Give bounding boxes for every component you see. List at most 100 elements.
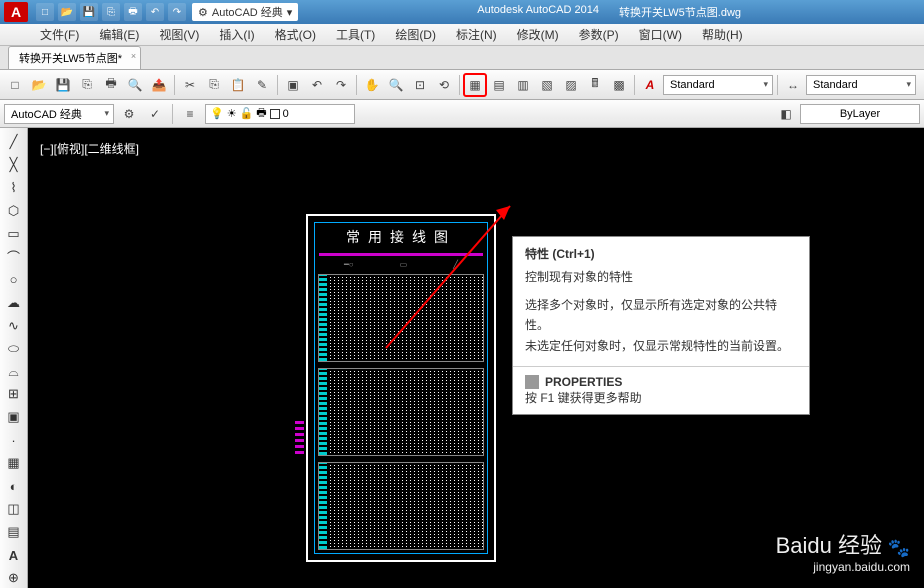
xline-icon[interactable]: ╳ xyxy=(3,155,25,175)
drawing-canvas[interactable]: [−][俯视][二维线框] 常用接线图 ━○▭╱ 特性 (Ctrl+1) 控制现… xyxy=(28,128,924,588)
zoom-prev-icon[interactable]: ⟲ xyxy=(433,74,455,96)
tooltip-body: 选择多个对象时，仅显示所有选定对象的公共特性。 未选定任何对象时，仅显示常规特性… xyxy=(513,295,809,366)
layer-toolbar: AutoCAD 经典 ⚙ ✓ ≡ 💡 ☀ 🔓 🖶 0 ◧ ByLayer xyxy=(0,100,924,128)
polyline-icon[interactable]: ⌇ xyxy=(3,178,25,198)
menu-bar: 文件(F) 编辑(E) 视图(V) 插入(I) 格式(O) 工具(T) 绘图(D… xyxy=(0,24,924,46)
menu-modify[interactable]: 修改(M) xyxy=(507,26,569,43)
ref-icon[interactable]: ▩ xyxy=(608,74,630,96)
polygon-icon[interactable]: ⬡ xyxy=(3,201,25,221)
text-style-icon[interactable]: A xyxy=(639,74,661,96)
zoom-window-icon[interactable]: ⊡ xyxy=(409,74,431,96)
new-icon[interactable]: □ xyxy=(4,74,26,96)
qat-open-icon[interactable]: 📂 xyxy=(58,3,76,21)
ellipse-arc-icon[interactable]: ⌓ xyxy=(3,362,25,382)
tooltip-subtitle: 控制现有对象的特性 xyxy=(513,266,809,295)
workspace-combo[interactable]: AutoCAD 经典 xyxy=(4,104,114,124)
pan-icon[interactable]: ✋ xyxy=(361,74,383,96)
qat-new-icon[interactable]: □ xyxy=(36,3,54,21)
print-icon[interactable]: 🖶 xyxy=(100,74,122,96)
app-logo[interactable]: A xyxy=(4,2,28,22)
layer-manager-icon[interactable]: ≡ xyxy=(179,103,201,125)
make-block-icon[interactable]: ▣ xyxy=(3,407,25,427)
close-icon[interactable]: × xyxy=(131,51,136,61)
saveas-icon[interactable]: ⎘ xyxy=(76,74,98,96)
chevron-down-icon: ▾ xyxy=(287,6,293,19)
menu-format[interactable]: 格式(O) xyxy=(265,26,326,43)
revcloud-icon[interactable]: ☁ xyxy=(3,293,25,313)
color-swatch xyxy=(270,109,280,119)
block-icon[interactable]: ▣ xyxy=(282,74,304,96)
design-center-icon[interactable]: ▤ xyxy=(488,74,510,96)
text-style-combo[interactable]: Standard xyxy=(663,75,773,95)
qat-undo-icon[interactable]: ↶ xyxy=(146,3,164,21)
qat-plot-icon[interactable]: 🖶 xyxy=(124,3,142,21)
drawing-table-2 xyxy=(318,368,484,456)
workspace-label: AutoCAD 经典 xyxy=(212,4,283,20)
menu-draw[interactable]: 绘图(D) xyxy=(385,26,446,43)
tab-active[interactable]: 转换开关LW5节点图* × xyxy=(8,46,141,69)
calc-icon[interactable]: 🖩 xyxy=(584,74,606,96)
point-icon[interactable]: · xyxy=(3,430,25,450)
sheet-set-icon[interactable]: ▧ xyxy=(536,74,558,96)
menu-edit[interactable]: 编辑(E) xyxy=(89,26,149,43)
circle-icon[interactable]: ○ xyxy=(3,270,25,290)
zoom-icon[interactable]: 🔍 xyxy=(385,74,407,96)
dim-style-icon[interactable]: ↔ xyxy=(782,74,804,96)
tool-palettes-icon[interactable]: ▥ xyxy=(512,74,534,96)
quick-access-toolbar: □ 📂 💾 ⎘ 🖶 ↶ ↷ xyxy=(36,3,186,21)
addselected-icon[interactable]: ⊕ xyxy=(3,568,25,588)
menu-window[interactable]: 窗口(W) xyxy=(629,26,692,43)
open-icon[interactable]: 📂 xyxy=(28,74,50,96)
qat-redo-icon[interactable]: ↷ xyxy=(168,3,186,21)
properties-icon[interactable]: ▦ xyxy=(464,74,486,96)
region-icon[interactable]: ◫ xyxy=(3,499,25,519)
menu-view[interactable]: 视图(V) xyxy=(149,26,209,43)
copy-icon[interactable]: ⎘ xyxy=(203,74,225,96)
gear-icon: ⚙ xyxy=(198,6,208,19)
menu-param[interactable]: 参数(P) xyxy=(569,26,629,43)
workspace-settings-icon[interactable]: ⚙ xyxy=(118,103,140,125)
workspace-save-icon[interactable]: ✓ xyxy=(144,103,166,125)
cut-icon[interactable]: ✂ xyxy=(179,74,201,96)
insert-block-icon[interactable]: ⊞ xyxy=(3,384,25,404)
layer-combo[interactable]: 💡 ☀ 🔓 🖶 0 xyxy=(205,104,355,124)
undo-icon[interactable]: ↶ xyxy=(306,74,328,96)
hatch-icon[interactable]: ▦ xyxy=(3,453,25,473)
menu-insert[interactable]: 插入(I) xyxy=(209,26,264,43)
sun-icon: ☀ xyxy=(227,107,237,120)
drawing-table-3 xyxy=(318,462,484,550)
tooltip-title: 特性 (Ctrl+1) xyxy=(513,237,809,266)
rectangle-icon[interactable]: ▭ xyxy=(3,224,25,244)
table-icon[interactable]: ▤ xyxy=(3,522,25,542)
qat-saveas-icon[interactable]: ⎘ xyxy=(102,3,120,21)
color-control-icon[interactable]: ◧ xyxy=(775,103,797,125)
save-icon[interactable]: 💾 xyxy=(52,74,74,96)
menu-help[interactable]: 帮助(H) xyxy=(692,26,753,43)
menu-dimension[interactable]: 标注(N) xyxy=(446,26,507,43)
lightbulb-icon: 💡 xyxy=(210,107,224,120)
redo-icon[interactable]: ↷ xyxy=(330,74,352,96)
spline-icon[interactable]: ∿ xyxy=(3,316,25,336)
dim-style-combo[interactable]: Standard xyxy=(806,75,916,95)
paw-icon xyxy=(886,534,910,554)
ellipse-icon[interactable]: ⬭ xyxy=(3,339,25,359)
menu-file[interactable]: 文件(F) xyxy=(30,26,89,43)
gradient-icon[interactable]: ◐ xyxy=(3,476,25,496)
workspace-selector[interactable]: ⚙ AutoCAD 经典 ▾ xyxy=(192,3,298,21)
markup-icon[interactable]: ▨ xyxy=(560,74,582,96)
tab-label: 转换开关LW5节点图* xyxy=(19,53,122,65)
menu-tools[interactable]: 工具(T) xyxy=(326,26,385,43)
publish-icon[interactable]: 📤 xyxy=(148,74,170,96)
arc-icon[interactable]: ⌒ xyxy=(3,247,25,267)
line-icon[interactable]: ╱ xyxy=(3,132,25,152)
mtext-icon[interactable]: A xyxy=(3,545,25,565)
qat-save-icon[interactable]: 💾 xyxy=(80,3,98,21)
drawing-content: 常用接线图 ━○▭╱ xyxy=(306,214,496,562)
viewport-label[interactable]: [−][俯视][二维线框] xyxy=(40,140,139,157)
toolbar-separator xyxy=(172,104,173,124)
bylayer-color-combo[interactable]: ByLayer xyxy=(800,104,920,124)
paste-icon[interactable]: 📋 xyxy=(227,74,249,96)
match-icon[interactable]: ✎ xyxy=(251,74,273,96)
preview-icon[interactable]: 🔍 xyxy=(124,74,146,96)
tooltip-footer: PROPERTIES 按 F1 键获得更多帮助 xyxy=(513,366,809,414)
